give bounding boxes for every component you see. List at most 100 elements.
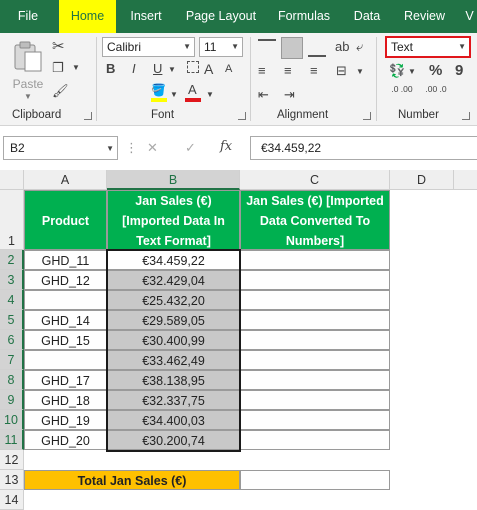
- sales-cell[interactable]: €33.462,49: [107, 350, 240, 370]
- product-cell[interactable]: GHD_18: [24, 390, 107, 410]
- decrease-indent-icon[interactable]: ⇤: [258, 87, 269, 103]
- product-cell[interactable]: [24, 290, 107, 310]
- increase-indent-icon[interactable]: ⇥: [284, 87, 295, 103]
- column-header-a[interactable]: A: [24, 170, 107, 190]
- currency-dropdown-icon[interactable]: ▼: [408, 67, 416, 76]
- sales-cell[interactable]: €30.200,74: [107, 430, 240, 450]
- name-box[interactable]: B2 ▼: [3, 136, 118, 160]
- fill-color-button[interactable]: 🪣: [151, 83, 167, 103]
- tab-data[interactable]: Data: [347, 0, 387, 33]
- converted-cell[interactable]: [240, 290, 390, 310]
- row-header-7[interactable]: 7: [0, 350, 24, 370]
- row-header-2[interactable]: 2: [0, 250, 24, 270]
- header-cell-product[interactable]: Product: [24, 190, 107, 250]
- sales-cell[interactable]: €30.400,99: [107, 330, 240, 350]
- total-value-cell[interactable]: [240, 470, 390, 490]
- underline-button[interactable]: U: [153, 61, 162, 76]
- row-header-4[interactable]: 4: [0, 290, 24, 310]
- product-cell[interactable]: [24, 350, 107, 370]
- formula-input[interactable]: €34.459,22: [250, 136, 477, 160]
- increase-decimal-button[interactable]: .0 .00: [387, 85, 417, 94]
- sales-cell[interactable]: €29.589,05: [107, 310, 240, 330]
- comma-style-button[interactable]: 9: [455, 62, 463, 79]
- row-header-11[interactable]: 11: [0, 430, 24, 450]
- product-cell[interactable]: GHD_15: [24, 330, 107, 350]
- converted-cell[interactable]: [240, 390, 390, 410]
- wrap-text-icon[interactable]: ⤶: [356, 39, 363, 55]
- row-header-14[interactable]: 14: [0, 490, 24, 510]
- tab-review[interactable]: Review: [397, 0, 452, 33]
- format-painter-icon[interactable]: 🖌: [52, 83, 69, 99]
- converted-cell[interactable]: [240, 430, 390, 450]
- borders-icon[interactable]: [187, 61, 199, 73]
- currency-icon[interactable]: 💱: [389, 63, 405, 79]
- tab-home[interactable]: Home: [59, 0, 116, 33]
- insert-function-button[interactable]: fx: [220, 139, 232, 154]
- align-right-icon[interactable]: ≡: [310, 63, 318, 78]
- sales-cell[interactable]: €38.138,95: [107, 370, 240, 390]
- bold-button[interactable]: B: [106, 61, 115, 76]
- chevron-down-icon[interactable]: ▼: [24, 92, 32, 101]
- font-launcher-icon[interactable]: [238, 112, 246, 120]
- align-center-icon[interactable]: ≡: [284, 63, 292, 78]
- sales-cell[interactable]: €34.400,03: [107, 410, 240, 430]
- underline-dropdown-icon[interactable]: ▼: [168, 65, 176, 74]
- header-cell-jan-sales-text[interactable]: Jan Sales (€) [Imported Data In Text For…: [107, 190, 240, 250]
- row-header-13[interactable]: 13: [0, 470, 24, 490]
- alignment-launcher-icon[interactable]: [363, 112, 371, 120]
- converted-cell[interactable]: [240, 330, 390, 350]
- align-left-icon[interactable]: ≡: [258, 63, 266, 78]
- tab-page-layout[interactable]: Page Layout: [181, 0, 261, 33]
- copy-icon[interactable]: ❐: [52, 60, 64, 76]
- row-header-10[interactable]: 10: [0, 410, 24, 430]
- row-header-8[interactable]: 8: [0, 370, 24, 390]
- grow-font-button[interactable]: A: [204, 61, 213, 77]
- row-header-1[interactable]: 1: [0, 190, 24, 250]
- tab-formulas[interactable]: Formulas: [271, 0, 337, 33]
- cut-icon[interactable]: ✂: [52, 37, 65, 55]
- row-header-5[interactable]: 5: [0, 310, 24, 330]
- total-label-cell[interactable]: Total Jan Sales (€): [24, 470, 240, 490]
- tab-insert[interactable]: Insert: [121, 0, 171, 33]
- font-color-button[interactable]: A: [185, 82, 201, 103]
- product-cell[interactable]: GHD_11: [24, 250, 107, 270]
- product-cell[interactable]: GHD_20: [24, 430, 107, 450]
- font-size-select[interactable]: 11 ▼: [199, 37, 243, 57]
- clipboard-launcher-icon[interactable]: [84, 112, 92, 120]
- merge-center-icon[interactable]: ⊟: [336, 63, 347, 79]
- product-cell[interactable]: GHD_19: [24, 410, 107, 430]
- column-header-b[interactable]: B: [107, 170, 240, 190]
- percent-button[interactable]: %: [429, 62, 442, 79]
- number-launcher-icon[interactable]: [462, 112, 470, 120]
- converted-cell[interactable]: [240, 310, 390, 330]
- row-header-3[interactable]: 3: [0, 270, 24, 290]
- product-cell[interactable]: GHD_17: [24, 370, 107, 390]
- align-middle-icon[interactable]: [281, 37, 303, 59]
- sales-cell[interactable]: €34.459,22: [107, 250, 240, 270]
- merge-dropdown-icon[interactable]: ▼: [356, 67, 364, 76]
- decrease-decimal-button[interactable]: .00 .0: [421, 85, 451, 94]
- converted-cell[interactable]: [240, 350, 390, 370]
- tab-view[interactable]: V: [462, 0, 477, 33]
- align-bottom-icon[interactable]: [308, 39, 326, 57]
- row-header-12[interactable]: 12: [0, 450, 24, 470]
- tab-file[interactable]: File: [8, 0, 48, 33]
- sales-cell[interactable]: €32.337,75: [107, 390, 240, 410]
- header-cell-jan-sales-numbers[interactable]: Jan Sales (€) [Imported Data Converted T…: [240, 190, 390, 250]
- font-color-dropdown-icon[interactable]: ▼: [206, 90, 214, 99]
- converted-cell[interactable]: [240, 270, 390, 290]
- select-all-corner[interactable]: [0, 170, 24, 190]
- column-header-d[interactable]: D: [390, 170, 454, 190]
- shrink-font-button[interactable]: A: [225, 63, 232, 75]
- sales-cell[interactable]: €25.432,20: [107, 290, 240, 310]
- italic-button[interactable]: I: [132, 61, 136, 76]
- orientation-icon[interactable]: ab: [335, 39, 349, 54]
- row-header-6[interactable]: 6: [0, 330, 24, 350]
- fill-color-dropdown-icon[interactable]: ▼: [170, 90, 178, 99]
- copy-dropdown-icon[interactable]: ▼: [72, 63, 80, 72]
- product-cell[interactable]: GHD_14: [24, 310, 107, 330]
- column-header-c[interactable]: C: [240, 170, 390, 190]
- cancel-icon[interactable]: ✕: [147, 140, 158, 156]
- enter-icon[interactable]: ✓: [185, 140, 196, 156]
- paste-button[interactable]: Paste ▼: [8, 39, 48, 101]
